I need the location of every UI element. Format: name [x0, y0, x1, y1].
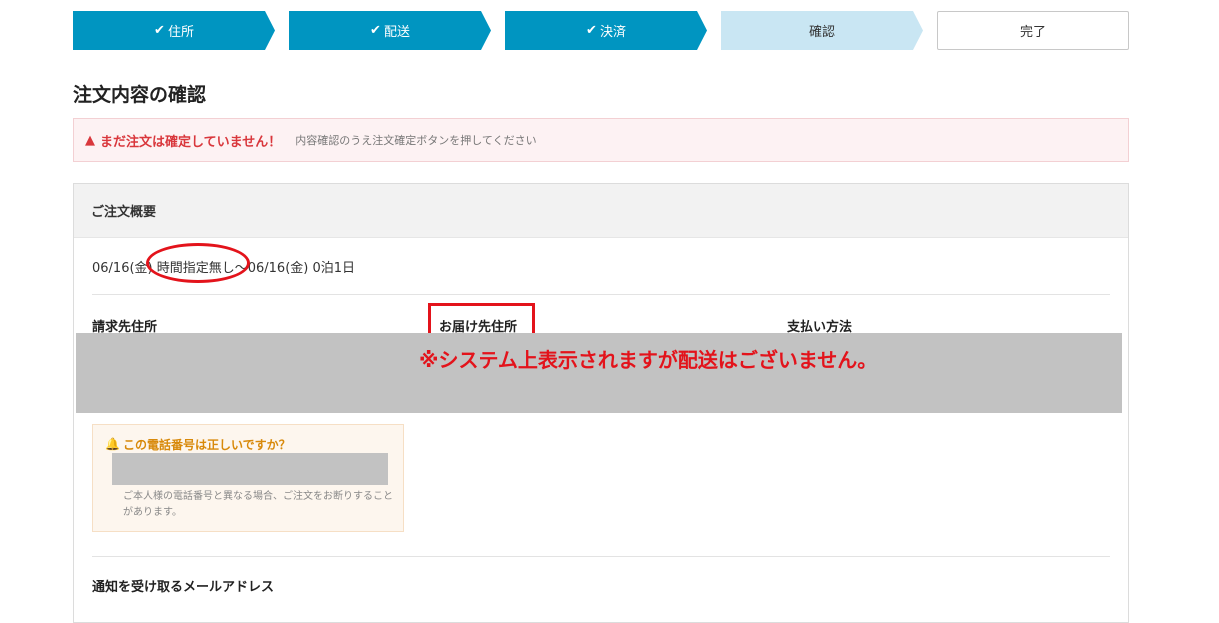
checkmark-icon: ✔	[370, 23, 381, 38]
phone-check-box: 🔔 この電話番号は正しいですか？ ご本人様の電話番号と異なる場合、ご注文をお断り…	[92, 424, 404, 532]
checkmark-icon: ✔	[154, 23, 165, 38]
highlight-ellipse	[146, 243, 250, 283]
redacted-phone	[112, 453, 388, 485]
phone-question: この電話番号は正しいですか？	[123, 438, 291, 452]
alert-title: まだ注文は確定していません！	[100, 134, 282, 150]
step-shipping[interactable]: ✔ 配送	[289, 11, 491, 50]
step-label: 決済	[599, 25, 626, 40]
bell-icon: 🔔	[105, 437, 120, 451]
step-payment[interactable]: ✔ 決済	[505, 11, 707, 50]
panel-header: ご注文概要	[74, 184, 1128, 238]
step-label: 配送	[383, 25, 410, 40]
step-label: 確認	[808, 25, 835, 40]
step-address[interactable]: ✔ 住所	[73, 11, 275, 50]
email-heading: 通知を受け取るメールアドレス	[92, 580, 275, 595]
divider	[92, 556, 1110, 557]
page-title: 注文内容の確認	[73, 84, 207, 106]
order-summary-panel: ご注文概要 06/16(金) 時間指定無し～06/16(金) 0泊1日 請求先住…	[73, 183, 1129, 623]
phone-note: ご本人様の電話番号と異なる場合、ご注文をお断りすることがあります。	[123, 491, 393, 518]
warning-icon: ▲	[85, 132, 95, 148]
step-label: 完了	[1019, 25, 1046, 40]
step-label: 住所	[167, 25, 194, 40]
checkout-steps: ✔ 住所 ✔ 配送 ✔ 決済 確認 完了	[73, 11, 1129, 51]
checkmark-icon: ✔	[586, 23, 597, 38]
annotation-text: ※システム上表示されますが配送はございません。	[419, 348, 878, 372]
step-confirm: 確認	[721, 11, 923, 50]
divider	[92, 294, 1110, 295]
step-complete: 完了	[937, 11, 1129, 50]
unconfirmed-alert: ▲ まだ注文は確定していません！ 内容確認のうえ注文確定ボタンを押してください	[73, 118, 1129, 162]
alert-message: 内容確認のうえ注文確定ボタンを押してください	[295, 134, 537, 147]
